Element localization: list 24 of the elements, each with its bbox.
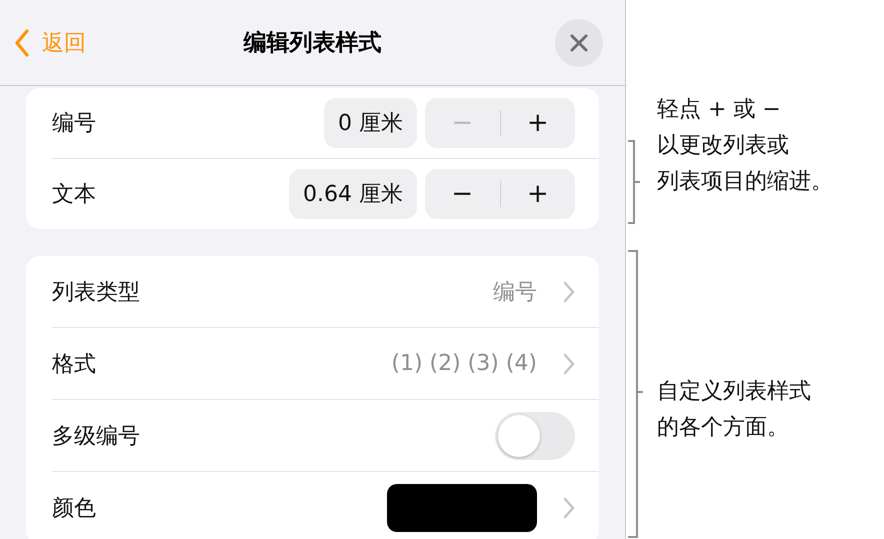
panel-title: 编辑列表样式 [244, 30, 382, 56]
row-value: 编号 [493, 278, 537, 306]
callout-text: 轻点 + 或 − 以更改列表或 列表项目的缩进。 [657, 96, 833, 196]
increase-button[interactable]: + [500, 98, 575, 148]
close-button[interactable] [555, 18, 603, 66]
decrease-button[interactable]: − [425, 169, 500, 219]
row-label: 颜色 [52, 494, 97, 522]
chevron-icon [563, 352, 575, 374]
color-swatch[interactable] [387, 484, 537, 532]
indent-value: 0 厘米 [324, 98, 417, 148]
increase-button[interactable]: + [500, 169, 575, 219]
row-label: 多级编号 [52, 422, 141, 450]
indent-value: 0.64 厘米 [289, 169, 417, 219]
row-label: 编号 [52, 110, 97, 138]
row-label: 列表类型 [52, 278, 141, 306]
chevron-icon [563, 496, 575, 518]
row-value: (1) (2) (3) (4) [391, 351, 537, 376]
back-chevron-icon [14, 28, 30, 56]
row-label: 格式 [52, 350, 97, 378]
row-label: 文本 [52, 181, 97, 209]
toggle-switch[interactable] [495, 412, 575, 460]
callout-text: 自定义列表样式 的各个方面。 [657, 378, 811, 442]
chevron-icon [563, 280, 575, 302]
close-icon [569, 32, 589, 52]
